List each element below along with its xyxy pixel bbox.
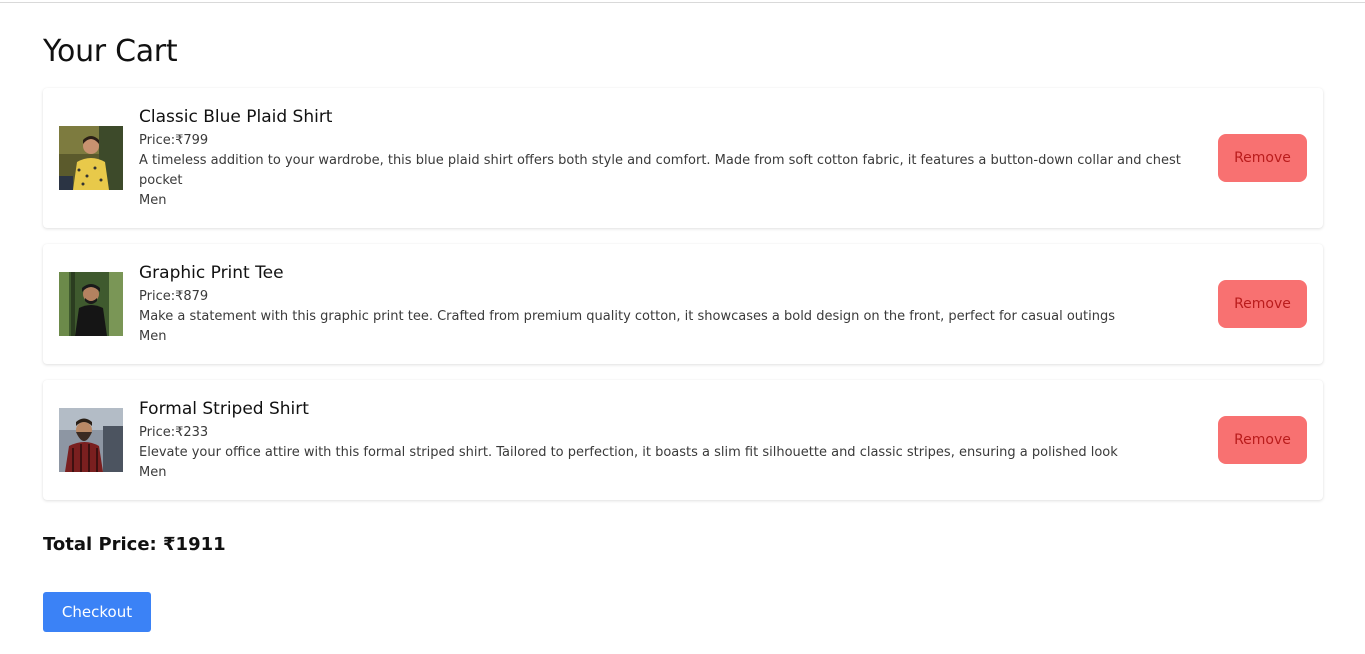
item-price: Price:₹233 (139, 425, 209, 440)
item-name: Classic Blue Plaid Shirt (139, 107, 333, 127)
item-price: Price:₹879 (139, 289, 209, 304)
product-image (59, 126, 123, 190)
item-description: Make a statement with this graphic print… (139, 309, 1115, 324)
page-title: Your Cart (43, 34, 178, 69)
product-image (59, 272, 123, 336)
item-name: Graphic Print Tee (139, 263, 284, 283)
item-description: A timeless addition to your wardrobe, th… (139, 153, 1181, 188)
item-price: Price:₹799 (139, 133, 209, 148)
item-description: Elevate your office attire with this for… (139, 445, 1118, 460)
cart-item: Graphic Print Tee Price:₹879 Make a stat… (43, 244, 1323, 364)
item-category: Men (139, 193, 167, 208)
item-category: Men (139, 329, 167, 344)
item-name: Formal Striped Shirt (139, 399, 309, 419)
cart-list: Classic Blue Plaid Shirt Price:₹799 A ti… (43, 88, 1323, 516)
product-image (59, 408, 123, 472)
remove-button[interactable]: Remove (1218, 280, 1307, 328)
item-info: Formal Striped Shirt Price:₹233 Elevate … (139, 397, 1205, 483)
cart-item: Classic Blue Plaid Shirt Price:₹799 A ti… (43, 88, 1323, 228)
total-price: Total Price: ₹1911 (43, 534, 226, 555)
item-info: Classic Blue Plaid Shirt Price:₹799 A ti… (139, 105, 1205, 211)
item-info: Graphic Print Tee Price:₹879 Make a stat… (139, 261, 1205, 347)
remove-button[interactable]: Remove (1218, 416, 1307, 464)
top-divider (0, 2, 1365, 3)
cart-item: Formal Striped Shirt Price:₹233 Elevate … (43, 380, 1323, 500)
checkout-button[interactable]: Checkout (43, 592, 151, 632)
remove-button[interactable]: Remove (1218, 134, 1307, 182)
item-category: Men (139, 465, 167, 480)
